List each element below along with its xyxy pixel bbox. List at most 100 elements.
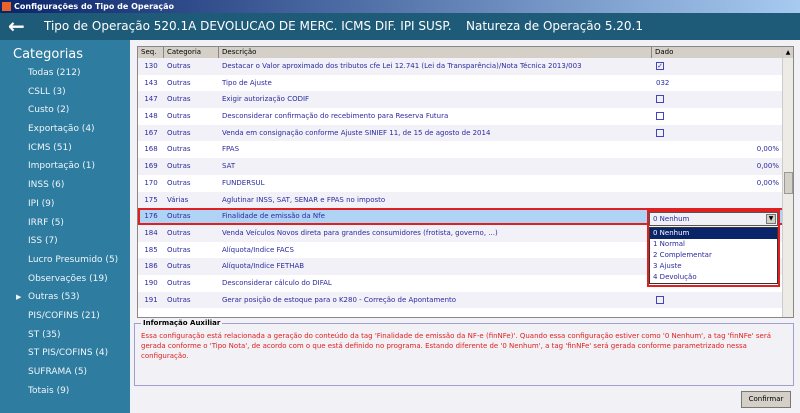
cell-dado[interactable] <box>652 125 783 142</box>
sidebar-item[interactable]: Custo (2) <box>0 101 130 120</box>
cell-seq: 148 <box>144 112 158 121</box>
table-row[interactable]: 130 Outras Destacar o Valor aproximado dos… <box>138 58 793 75</box>
dropdown-option[interactable]: 0 Nenhum <box>650 228 777 239</box>
table-row[interactable]: 168 Outras FPAS 0,00% <box>138 141 793 158</box>
table-row[interactable]: 169 Outras SAT 0,00% <box>138 158 793 175</box>
sidebar-item-label: Observações (19) <box>28 273 108 284</box>
grid-header: Seq. Categoria Descrição Dado <box>138 47 793 58</box>
cell-seq: 169 <box>144 162 158 171</box>
sidebar-item-label: ISS (7) <box>28 236 58 247</box>
main-panel: Seq. Categoria Descrição Dado 130 Outras D… <box>130 40 800 413</box>
cell-categoria: Outras <box>167 228 191 237</box>
confirm-button[interactable]: Confirmar <box>741 391 791 408</box>
col-categoria[interactable]: Categoria <box>164 47 219 58</box>
table-row[interactable]: 175 Várias Aglutinar INSS, SAT, SENAR e FP… <box>138 191 793 209</box>
table-row[interactable]: 147 Outras Exigir autorização CODIF <box>138 91 793 109</box>
dropdown-option[interactable]: 1 Normal <box>650 239 777 250</box>
dropdown-option[interactable]: 4 Devolução <box>650 272 777 283</box>
natureza-operacao: Natureza de Operação 5.20.1 <box>466 19 643 33</box>
cell-dado[interactable] <box>652 91 783 108</box>
table-row[interactable]: 148 Outras Desconsiderar confirmação do re… <box>138 108 793 125</box>
header-bar: ← Tipo de Operação 520.1A DEVOLUCAO DE M… <box>0 13 800 40</box>
cell-descricao: Aglutinar INSS, SAT, SENAR e FPAS no imp… <box>222 195 386 204</box>
checkbox[interactable]: ✓ <box>656 62 664 70</box>
cell-categoria: Outras <box>167 212 191 221</box>
dropdown-option[interactable]: 2 Complementar <box>650 250 777 261</box>
sidebar-item[interactable]: ICMS (51) <box>0 139 130 158</box>
cell-dado[interactable]: 0,00% <box>652 175 783 192</box>
col-seq[interactable]: Seq. <box>138 47 164 58</box>
cell-categoria: Outras <box>167 278 191 287</box>
sidebar-item[interactable]: Totais (9) <box>0 382 130 401</box>
sidebar-item[interactable]: IRRF (5) <box>0 214 130 233</box>
sidebar-item-label: ST PIS/COFINS (4) <box>28 348 109 359</box>
sidebar-item[interactable]: ▶ Outras (53) <box>0 288 130 307</box>
cell-categoria: Outras <box>167 145 191 154</box>
table-row[interactable]: 167 Outras Venda em consignação conforme A… <box>138 124 793 142</box>
cell-categoria: Outras <box>167 295 191 304</box>
sidebar-item-label: Exportação (4) <box>28 124 95 135</box>
sidebar-item[interactable]: Importação (1) <box>0 157 130 176</box>
sidebar: Categorias Todas (212) CSLL (3) Custo (2) E… <box>0 40 130 413</box>
back-arrow-icon[interactable]: ← <box>8 13 25 40</box>
cell-categoria: Outras <box>167 178 191 187</box>
cell-dado[interactable]: ✓ <box>652 58 783 75</box>
vertical-scrollbar[interactable]: ▲ <box>782 47 793 317</box>
cell-seq: 168 <box>144 145 158 154</box>
cell-descricao: Destacar o Valor aproximado dos tributos… <box>222 62 582 70</box>
checkbox[interactable] <box>656 112 664 121</box>
sidebar-item-label: ST (35) <box>28 329 61 340</box>
cell-seq: 130 <box>144 62 158 70</box>
cell-dado[interactable] <box>652 192 783 209</box>
window-title: Configurações do Tipo de Operação <box>14 2 175 11</box>
info-legend: Informação Auxiliar <box>141 319 223 327</box>
sidebar-item[interactable]: ST PIS/COFINS (4) <box>0 344 130 363</box>
combo-value: 0 Nenhum <box>653 215 690 223</box>
col-dado[interactable]: Dado <box>652 47 783 58</box>
cell-dado[interactable]: 0,00% <box>652 158 783 175</box>
table-row[interactable]: 170 Outras FUNDERSUL 0,00% <box>138 175 793 192</box>
cell-descricao: Tipo de Ajuste <box>222 78 272 87</box>
cell-categoria: Outras <box>167 162 191 171</box>
checkbox[interactable] <box>656 95 664 104</box>
sidebar-title: Categorias <box>13 47 84 62</box>
sidebar-item-label: CSLL (3) <box>28 86 66 97</box>
sidebar-item[interactable]: Observações (19) <box>0 270 130 289</box>
scroll-up-icon[interactable]: ▲ <box>783 47 793 58</box>
sidebar-item-label: Importação (1) <box>28 161 95 172</box>
sidebar-item[interactable]: ISS (7) <box>0 232 130 251</box>
sidebar-item[interactable]: ST (35) <box>0 326 130 345</box>
col-descricao[interactable]: Descrição <box>219 47 652 58</box>
category-list: Todas (212) CSLL (3) Custo (2) Exportação (… <box>0 64 130 400</box>
cell-seq: 190 <box>144 278 158 287</box>
cell-seq: 191 <box>144 295 158 304</box>
cell-dado[interactable]: 0,00% <box>652 141 783 158</box>
cell-descricao: Venda em consignação conforme Ajuste SIN… <box>222 128 491 137</box>
cell-seq: 147 <box>144 95 158 104</box>
sidebar-item-label: IRRF (5) <box>28 217 64 228</box>
sidebar-item[interactable]: IPI (9) <box>0 195 130 214</box>
dropdown-option[interactable]: 3 Ajuste <box>650 261 777 272</box>
sidebar-item[interactable]: SUFRAMA (5) <box>0 363 130 382</box>
chevron-down-icon[interactable]: ▼ <box>766 214 776 224</box>
sidebar-item-label: INSS (6) <box>28 180 65 191</box>
table-row[interactable]: 143 Outras Tipo de Ajuste 032 <box>138 75 793 92</box>
table-row[interactable]: 191 Outras Gerar posição de estoque para o… <box>138 291 793 309</box>
cell-dado[interactable] <box>652 292 783 309</box>
sidebar-item[interactable]: INSS (6) <box>0 176 130 195</box>
scroll-thumb[interactable] <box>784 172 793 194</box>
finalidade-combobox[interactable]: 0 Nenhum ▼ <box>649 212 778 226</box>
sidebar-item[interactable]: Todas (212) <box>0 64 130 83</box>
cell-value: 0,00% <box>756 178 779 187</box>
sidebar-item[interactable]: Exportação (4) <box>0 120 130 139</box>
tipo-operacao-title: Tipo de Operação 520.1A DEVOLUCAO DE MER… <box>44 19 452 33</box>
sidebar-item[interactable]: PIS/COFINS (21) <box>0 307 130 326</box>
sidebar-item[interactable]: CSLL (3) <box>0 83 130 102</box>
cell-seq: 186 <box>144 262 158 271</box>
cell-dado[interactable]: 032 <box>652 75 783 92</box>
checkbox[interactable] <box>656 295 664 304</box>
cell-dado[interactable] <box>652 108 783 125</box>
checkbox[interactable] <box>656 128 664 137</box>
sidebar-item[interactable]: Lucro Presumido (5) <box>0 251 130 270</box>
cell-seq: 143 <box>144 78 158 87</box>
